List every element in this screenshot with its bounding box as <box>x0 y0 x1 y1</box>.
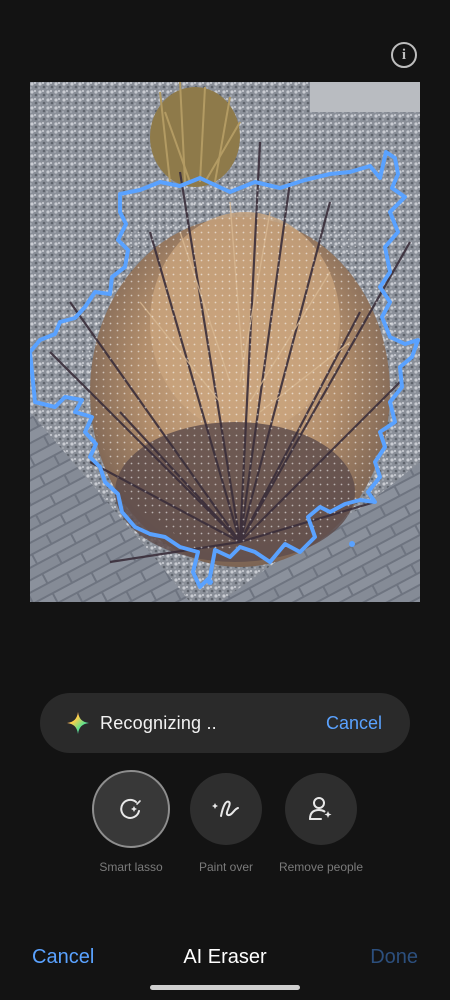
tool-selector: Smart lasso Paint over Remove people <box>0 770 450 880</box>
tool-label: Smart lasso <box>99 860 163 874</box>
tool-paint-over[interactable]: Paint over <box>171 770 281 874</box>
photo-canvas[interactable] <box>30 82 420 602</box>
tool-smart-lasso[interactable]: Smart lasso <box>76 770 186 874</box>
cancel-button[interactable]: Cancel <box>32 946 94 969</box>
paint-over-button[interactable] <box>190 773 262 845</box>
bottom-action-bar: AI Eraser Cancel Done <box>0 932 450 982</box>
sparkle-icon <box>67 712 89 734</box>
tool-label: Paint over <box>198 860 254 874</box>
info-icon[interactable]: i <box>391 42 417 68</box>
remove-people-button[interactable] <box>285 773 357 845</box>
smart-lasso-icon <box>120 798 141 819</box>
home-indicator[interactable] <box>150 985 300 990</box>
recognition-status-bar: Recognizing .. Cancel <box>40 693 410 753</box>
smart-lasso-button[interactable] <box>92 770 170 848</box>
paint-over-icon <box>212 800 239 817</box>
tool-remove-people[interactable]: Remove people <box>266 770 376 874</box>
remove-people-icon <box>309 797 332 820</box>
tool-label: Remove people <box>278 860 364 874</box>
status-cancel-button[interactable]: Cancel <box>326 713 382 734</box>
photo-image <box>30 82 420 602</box>
status-text: Recognizing .. <box>100 712 217 733</box>
done-button[interactable]: Done <box>370 946 418 969</box>
